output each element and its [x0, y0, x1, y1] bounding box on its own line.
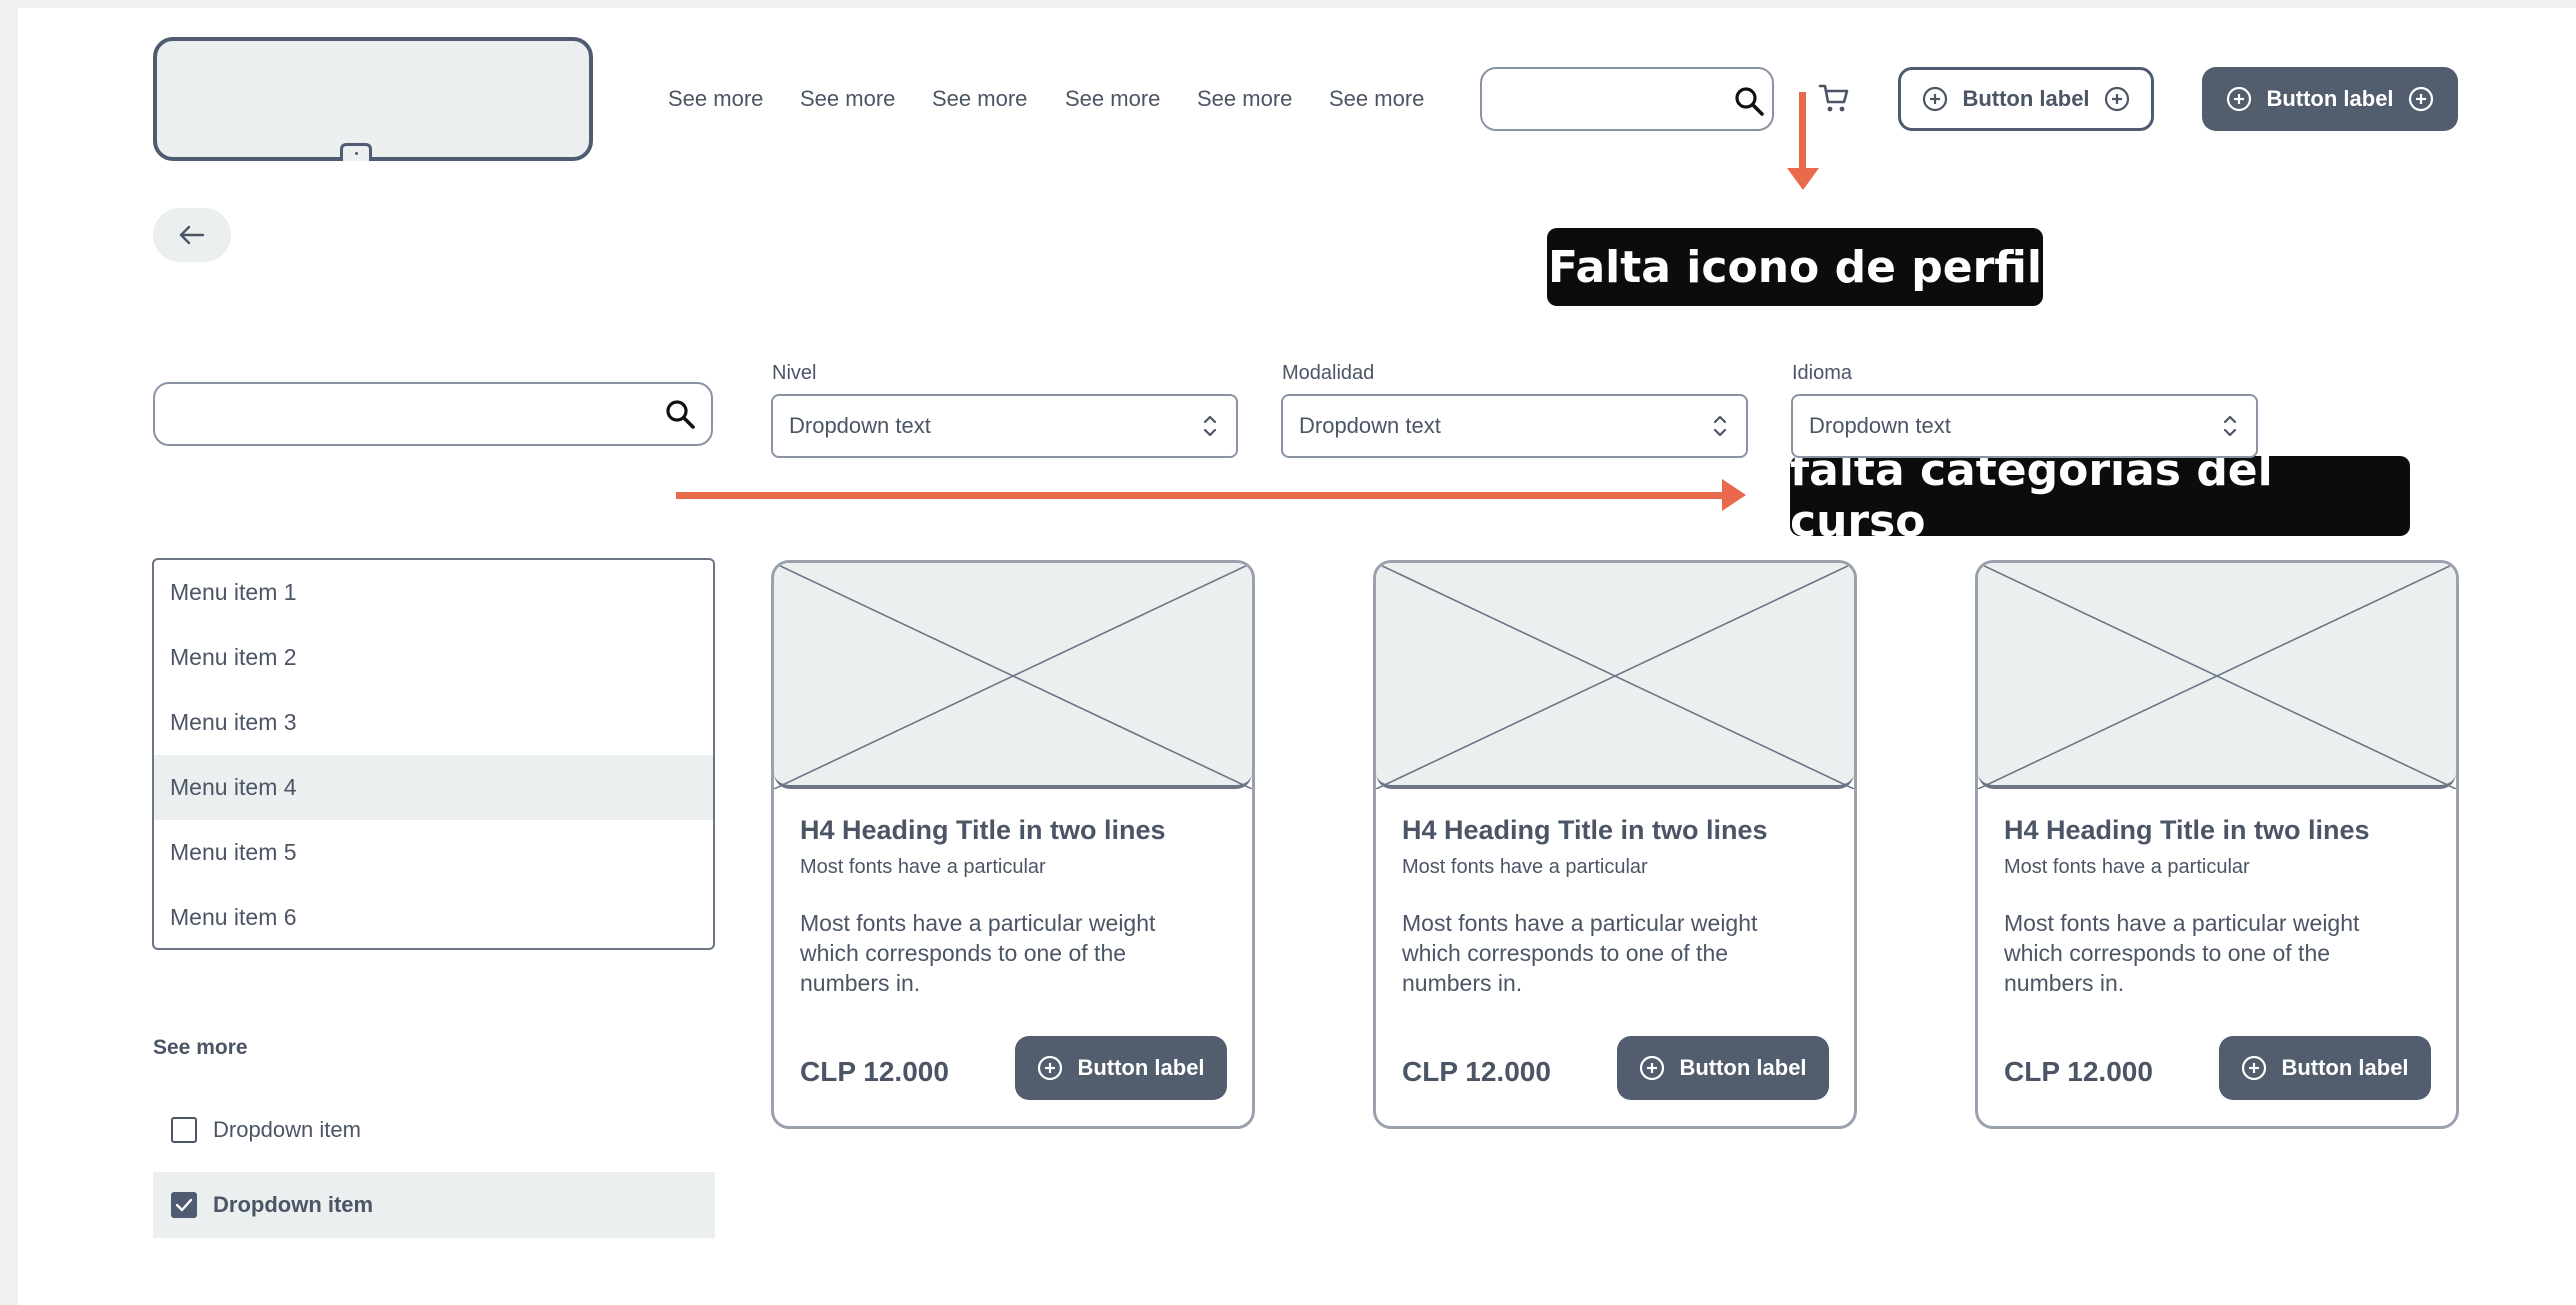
plus-circle-icon	[1923, 86, 1948, 112]
annotation-arrowhead-down	[1787, 168, 1819, 190]
plus-circle-icon	[2242, 1055, 2267, 1081]
select-value: Dropdown text	[1809, 413, 1951, 438]
logo-tab-icon	[340, 143, 372, 161]
annotation-missing-profile-icon: Falta icono de perfil	[1547, 228, 2043, 306]
checkbox-row-2[interactable]: Dropdown item	[153, 1172, 715, 1238]
card-subtitle: Most fonts have a particular	[800, 856, 1046, 878]
nav-link-2[interactable]: See more	[800, 86, 895, 112]
nav-link-6[interactable]: See more	[1329, 86, 1424, 112]
image-placeholder	[1978, 563, 2456, 790]
card-price: CLP 12.000	[1402, 1056, 1551, 1087]
image-placeholder	[1376, 563, 1854, 790]
image-placeholder	[774, 563, 1252, 790]
card-description: Most fonts have a particular weight whic…	[1402, 910, 1758, 996]
menu-item-6[interactable]: Menu item 6	[154, 885, 713, 948]
annotation-arrow-down	[1799, 92, 1806, 176]
header-outline-button[interactable]: Button label	[1898, 67, 2154, 131]
nav-link-3[interactable]: See more	[932, 86, 1027, 112]
back-button[interactable]	[153, 208, 231, 262]
card-add-button[interactable]: Button label	[1015, 1036, 1227, 1100]
checkbox-row-1[interactable]: Dropdown item	[153, 1097, 715, 1163]
search-icon[interactable]	[1734, 86, 1764, 116]
card-subtitle: Most fonts have a particular	[1402, 856, 1648, 878]
image-placeholder-icon	[1376, 563, 1854, 790]
card-subtitle: Most fonts have a particular	[2004, 856, 2250, 878]
image-placeholder-icon	[774, 563, 1252, 790]
menu-item-4[interactable]: Menu item 4	[154, 755, 713, 820]
card-price: CLP 12.000	[2004, 1056, 2153, 1087]
logo-placeholder[interactable]	[153, 37, 593, 161]
course-card-3[interactable]: H4 Heading Title in two lines Most fonts…	[1975, 560, 2459, 1129]
nav-link-1[interactable]: See more	[668, 86, 763, 112]
card-title: H4 Heading Title in two lines	[800, 815, 1166, 845]
header-search-input[interactable]	[1480, 67, 1774, 131]
nav-link-5[interactable]: See more	[1197, 86, 1292, 112]
button-label: Button label	[1962, 86, 2090, 111]
select-value: Dropdown text	[789, 413, 931, 438]
filter-section-title[interactable]: See more	[153, 1036, 248, 1060]
select-idioma[interactable]: Dropdown text	[1791, 394, 2258, 458]
image-placeholder-icon	[1978, 563, 2456, 790]
annotation-arrowhead-right	[1722, 479, 1746, 511]
search-icon[interactable]	[665, 399, 695, 429]
checkbox-label: Dropdown item	[213, 1192, 374, 1217]
nav-link-4[interactable]: See more	[1065, 86, 1160, 112]
button-label: Button label	[1077, 1055, 1205, 1080]
button-label: Button label	[1679, 1055, 1807, 1080]
menu-item-5[interactable]: Menu item 5	[154, 820, 713, 885]
cart-icon[interactable]	[1818, 82, 1850, 114]
course-card-2[interactable]: H4 Heading Title in two lines Most fonts…	[1373, 560, 1857, 1129]
card-add-button[interactable]: Button label	[1617, 1036, 1829, 1100]
card-title: H4 Heading Title in two lines	[1402, 815, 1768, 845]
menu-item-1[interactable]: Menu item 1	[154, 560, 713, 625]
button-label: Button label	[2281, 1055, 2409, 1080]
filter-label-idioma: Idioma	[1792, 362, 1853, 384]
card-add-button[interactable]: Button label	[2219, 1036, 2431, 1100]
plus-circle-icon	[2104, 86, 2129, 112]
plus-circle-icon	[1038, 1055, 1063, 1081]
arrow-left-icon	[179, 225, 205, 245]
check-icon	[175, 1198, 193, 1212]
plus-circle-icon	[2408, 86, 2433, 112]
annotation-arrow-right	[676, 492, 1728, 499]
card-price: CLP 12.000	[800, 1056, 949, 1087]
plus-circle-icon	[1640, 1055, 1665, 1081]
chevron-up-down-icon	[1713, 415, 1727, 437]
menu-item-3[interactable]: Menu item 3	[154, 690, 713, 755]
select-modalidad[interactable]: Dropdown text	[1281, 394, 1748, 458]
course-search-input[interactable]	[153, 382, 713, 446]
card-title: H4 Heading Title in two lines	[2004, 815, 2370, 845]
annotation-missing-categories: falta categorías del curso	[1790, 445, 2410, 547]
filter-label-modalidad: Modalidad	[1282, 362, 1375, 384]
category-menu: Menu item 1 Menu item 2 Menu item 3 Menu…	[152, 558, 715, 950]
checkbox-checked[interactable]	[171, 1192, 197, 1218]
card-description: Most fonts have a particular weight whic…	[800, 910, 1156, 996]
checkbox[interactable]	[171, 1117, 197, 1143]
header-primary-button[interactable]: Button label	[2202, 67, 2458, 131]
course-card-1[interactable]: H4 Heading Title in two lines Most fonts…	[771, 560, 1255, 1129]
select-value: Dropdown text	[1299, 413, 1441, 438]
chevron-up-down-icon	[1203, 415, 1217, 437]
button-label: Button label	[2266, 86, 2394, 111]
checkbox-label: Dropdown item	[213, 1117, 361, 1142]
filter-label-nivel: Nivel	[772, 362, 817, 384]
select-nivel[interactable]: Dropdown text	[771, 394, 1238, 458]
chevron-up-down-icon	[2223, 415, 2237, 437]
plus-circle-icon	[2227, 86, 2252, 112]
menu-item-2[interactable]: Menu item 2	[154, 625, 713, 690]
card-description: Most fonts have a particular weight whic…	[2004, 910, 2360, 996]
